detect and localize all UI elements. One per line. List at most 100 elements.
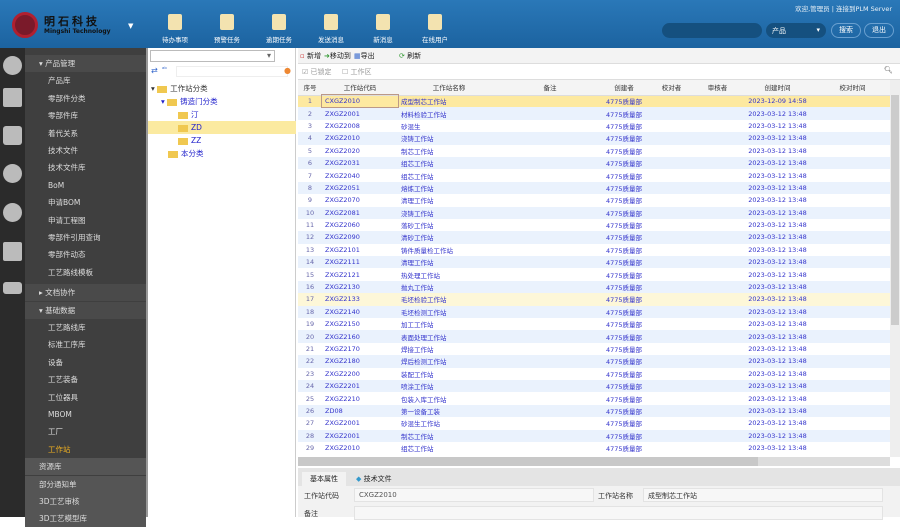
table-row[interactable]: 2 ZXGZ2001 材料检验工作站 4775质量部 2023-03-12 13:48 [298, 107, 890, 120]
column-header[interactable]: 审核者 [695, 80, 740, 96]
database-icon[interactable] [3, 126, 22, 145]
vertical-scrollbar[interactable] [890, 80, 900, 457]
locked-checkbox[interactable]: ☑ 已锁定 [302, 67, 332, 77]
table-row[interactable]: 10 ZXGZ2081 浇铸工作站 4775质量部 2023-03-12 13:48 [298, 206, 890, 219]
table-row[interactable]: 24 ZXGZ2201 喷涂工作站 4775质量部 2023-03-12 13:48 [298, 379, 890, 393]
column-header[interactable]: 校对时间 [815, 80, 890, 96]
table-cell[interactable]: 焊接工作站 [398, 343, 500, 355]
toolbar-button-send-mail[interactable]: 发送消息 [306, 14, 356, 44]
table-row[interactable]: 4 ZXGZ2010 浇铸工作站 4775质量部 2023-03-12 13:48 [298, 132, 890, 145]
table-cell[interactable]: 热处理工作站 [398, 268, 500, 280]
column-header[interactable]: 工作站名称 [398, 80, 500, 96]
table-row[interactable]: 22 ZXGZ2180 焊后检测工作站 4775质量部 2023-03-12 13:48 [298, 355, 890, 368]
tree-node[interactable]: ▾ 铸造门分类 [161, 95, 218, 108]
table-row[interactable]: 11 ZXGZ2060 落砂工作站 4775质量部 2023-03-12 13:48 [298, 219, 890, 231]
menu-group[interactable]: 3D工艺审核 [25, 493, 146, 510]
menu-item[interactable]: 申请BOM [25, 194, 146, 211]
menu-group[interactable]: 3D工艺模型库 [25, 510, 146, 527]
search-options-icon[interactable]: ● [284, 66, 291, 75]
table-cell[interactable]: 组芯工作站 [398, 442, 500, 454]
table-row[interactable]: 21 ZXGZ2170 焊接工作站 4775质量部 2023-03-12 13:48 [298, 343, 890, 355]
table-cell[interactable]: ZXGZ2101 [322, 244, 398, 256]
menu-group[interactable]: ▸ 文档协作 [25, 284, 146, 302]
toolbar-button-todo[interactable]: 待办事项 [150, 14, 200, 44]
table-cell[interactable]: ZXGZ2180 [322, 355, 398, 368]
tree-node[interactable]: 本分类 [168, 147, 204, 160]
menu-item[interactable]: 工艺路线库 [25, 319, 146, 336]
move-button[interactable]: ➜移动到 [324, 51, 351, 61]
table-cell[interactable]: ZXGZ2081 [322, 206, 398, 219]
table-cell[interactable]: ZXGZ2121 [322, 268, 398, 280]
global-search-input[interactable] [662, 23, 762, 38]
table-cell[interactable]: 装配工作站 [398, 368, 500, 380]
table-cell[interactable]: ZXGZ2008 [322, 120, 398, 132]
toolbar-button-warning-doc[interactable]: 预警任务 [202, 14, 252, 44]
menu-item[interactable]: 工作站 [25, 441, 146, 458]
search-people-icon[interactable] [3, 56, 22, 75]
toolbar-button-overdue-doc[interactable]: 逾期任务 [254, 14, 304, 44]
menu-group[interactable]: 资源库 [25, 458, 146, 476]
table-row[interactable]: 6 ZXGZ2031 组芯工作站 4775质量部 2023-03-12 13:48 [298, 156, 890, 170]
table-cell[interactable]: ZXGZ2090 [322, 231, 398, 244]
table-row[interactable]: 3 ZXGZ2008 砂混生 4775质量部 2023-03-12 13:48 [298, 120, 890, 132]
menu-item[interactable]: 工艺装备 [25, 371, 146, 388]
table-cell[interactable]: ZXGZ2040 [322, 169, 398, 181]
table-row[interactable]: 19 ZXGZ2150 加工工作站 4775质量部 2023-03-12 13:48 [298, 318, 890, 330]
table-cell[interactable]: 落砂工作站 [398, 219, 500, 231]
tree-root[interactable]: ▾ 工作站分类 [151, 82, 208, 95]
table-row[interactable]: 13 ZXGZ2101 铸件质量检工作站 4775质量部 2023-03-12 13:4… [298, 244, 890, 256]
menu-group[interactable]: 部分通知单 [25, 475, 146, 493]
column-header[interactable]: 序号 [298, 80, 322, 96]
table-cell[interactable]: 砂混生工作站 [398, 417, 500, 429]
table-cell[interactable]: ZXGZ2020 [322, 145, 398, 157]
refresh-button[interactable]: ⟳ 刷新 [399, 51, 421, 61]
column-header[interactable]: 备注 [500, 80, 600, 96]
table-cell[interactable]: 熔炼工作站 [398, 181, 500, 195]
table-row[interactable]: 14 ZXGZ2111 清理工作站 4775质量部 2023-03-12 13:48 [298, 256, 890, 269]
column-header[interactable]: 校对者 [648, 80, 695, 96]
menu-item[interactable]: 设备 [25, 354, 146, 371]
table-row[interactable]: 8 ZXGZ2051 熔炼工作站 4775质量部 2023-03-12 13:48 [298, 181, 890, 195]
tree-filter-select[interactable] [150, 50, 275, 62]
table-cell[interactable]: 焊后检测工作站 [398, 355, 500, 368]
remark-field[interactable] [354, 506, 883, 520]
tree-search-input[interactable] [176, 66, 288, 77]
table-cell[interactable]: 制芯工作站 [398, 429, 500, 442]
table-row[interactable]: 27 ZXGZ2001 砂混生工作站 4775质量部 2023-03-12 13:48 [298, 417, 890, 429]
table-cell[interactable]: ZXGZ2200 [322, 368, 398, 380]
export-button[interactable]: ▦导出 [354, 51, 375, 61]
table-row[interactable]: 23 ZXGZ2200 装配工作站 4775质量部 2023-03-12 13:48 [298, 368, 890, 380]
menu-item[interactable]: 工厂 [25, 423, 146, 440]
id-card-icon[interactable] [3, 282, 22, 294]
menu-item[interactable]: 着代关系 [25, 125, 146, 142]
table-cell[interactable]: ZXGZ2010 [322, 132, 398, 145]
add-button[interactable]: ▫ 新增 [300, 51, 321, 61]
toolbar-button-new-mail[interactable]: 新消息 [358, 14, 408, 44]
chat-icon[interactable] [3, 164, 22, 183]
table-row[interactable]: 9 ZXGZ2070 清理工作站 4775质量部 2023-03-12 13:48 [298, 194, 890, 206]
tree-leaf-selected[interactable]: ZD [148, 121, 296, 134]
toolbar-button-users[interactable]: 在线用户 [410, 14, 460, 44]
table-cell[interactable]: ZXGZ2210 [322, 392, 398, 404]
table-cell[interactable]: ZXGZ2201 [322, 379, 398, 393]
table-row[interactable]: 17 ZXGZ2133 毛坯检验工作站 4775质量部 2023-03-12 13:48 [298, 293, 890, 306]
table-cell[interactable]: 组芯工作站 [398, 156, 500, 170]
table-cell[interactable]: ZD08 [322, 404, 398, 418]
search-icon[interactable]: 🔍︎ [884, 66, 893, 74]
menu-item[interactable]: 零部件分类 [25, 90, 146, 107]
menu-item[interactable]: 零部件库 [25, 107, 146, 124]
table-row[interactable]: 29 ZXGZ2010 组芯工作站 4775质量部 2023-03-12 13:48 [298, 442, 890, 454]
chevron-down-icon[interactable]: ▼ [128, 22, 133, 30]
table-row[interactable]: 26 ZD08 第一设备工装 4775质量部 2023-03-12 13:48 [298, 404, 890, 418]
table-cell[interactable]: 毛坯检验工作站 [398, 293, 500, 306]
tree-leaf[interactable]: ZZ [178, 134, 201, 147]
search-button[interactable]: 搜索 [831, 23, 861, 38]
tab-technical-files[interactable]: ◆ 技术文件 [348, 472, 400, 486]
table-row[interactable]: 1 CXGZ2010 成型制芯工作站 4775质量部 2023-12-09 14:58 [298, 93, 890, 109]
table-cell[interactable]: ZXGZ2133 [322, 293, 398, 306]
table-cell[interactable]: ZXGZ2001 [322, 107, 398, 120]
table-cell[interactable]: ZXGZ2010 [322, 442, 398, 454]
scrollbar-thumb[interactable] [298, 457, 758, 466]
name-field[interactable]: 成型制芯工作站 [643, 488, 883, 502]
table-cell[interactable]: 砂混生 [398, 120, 500, 132]
